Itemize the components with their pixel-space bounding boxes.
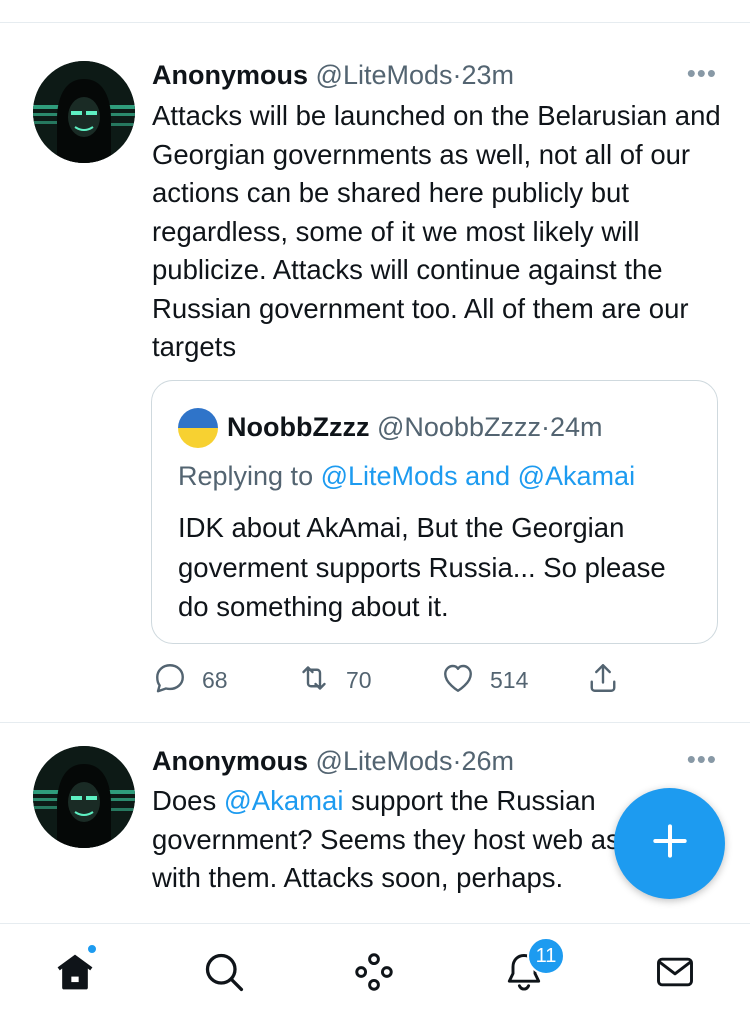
author-name[interactable]: Anonymous xyxy=(152,60,308,90)
spaces-icon xyxy=(352,950,396,999)
reply-icon xyxy=(152,660,188,701)
quoted-author-handle: @NoobbZzzz xyxy=(376,412,541,442)
tweet-text: Attacks will be launched on the Belarusi… xyxy=(152,100,721,362)
messages-icon xyxy=(653,950,697,999)
author-handle[interactable]: @LiteMods xyxy=(316,746,453,776)
home-icon xyxy=(53,950,97,999)
separator: · xyxy=(452,60,462,90)
avatar[interactable] xyxy=(33,61,135,163)
tweet-header: Anonymous @LiteMods·26m xyxy=(152,744,514,778)
like-count: 514 xyxy=(490,666,529,693)
separator: · xyxy=(452,746,462,776)
author-name[interactable]: Anonymous xyxy=(152,746,308,776)
share-button[interactable] xyxy=(585,660,621,700)
avatar[interactable] xyxy=(33,746,135,848)
author-handle[interactable]: @LiteMods xyxy=(316,60,453,90)
quoted-avatar xyxy=(178,408,218,448)
replying-prefix: Replying to xyxy=(178,461,314,491)
quoted-author-name: NoobbZzzz xyxy=(227,412,370,442)
quoted-timestamp: 24m xyxy=(549,412,603,442)
tweet-header: Anonymous @LiteMods·23m xyxy=(152,58,514,92)
search-icon xyxy=(202,950,246,999)
share-icon xyxy=(585,660,621,701)
nav-spaces[interactable] xyxy=(349,949,399,999)
timestamp[interactable]: 23m xyxy=(462,60,515,90)
retweet-button[interactable]: 70 xyxy=(296,660,372,700)
more-options-icon[interactable]: ••• xyxy=(687,744,717,774)
separator: · xyxy=(540,412,550,442)
tweet-actions: 68 70 514 xyxy=(152,660,632,700)
retweet-icon xyxy=(296,660,332,701)
tweet[interactable]: Anonymous @LiteMods·23m ••• Attacks will… xyxy=(0,40,750,723)
replying-to: Replying to @LiteMods and @Akamai xyxy=(178,459,635,493)
quoted-text: IDK about AkAmai, But the Georgian gover… xyxy=(178,512,666,622)
bottom-nav: 11 xyxy=(0,923,750,1022)
compose-button[interactable] xyxy=(614,788,725,899)
nav-notifications[interactable]: 11 xyxy=(499,937,565,999)
more-options-icon[interactable]: ••• xyxy=(687,58,717,88)
reply-button[interactable]: 68 xyxy=(152,660,228,700)
quoted-tweet[interactable]: NoobbZzzz @NoobbZzzz·24m Replying to @Li… xyxy=(151,380,718,644)
mention-link[interactable]: @Akamai xyxy=(224,785,344,816)
nav-messages[interactable] xyxy=(650,949,700,999)
quoted-header: NoobbZzzz @NoobbZzzz·24m xyxy=(227,410,602,444)
compose-icon xyxy=(648,819,692,868)
top-divider xyxy=(0,22,750,23)
nav-home[interactable] xyxy=(50,943,100,999)
timestamp[interactable]: 26m xyxy=(462,746,515,776)
like-button[interactable]: 514 xyxy=(440,660,528,700)
notifications-badge: 11 xyxy=(527,937,565,975)
nav-search[interactable] xyxy=(199,949,249,999)
reply-count: 68 xyxy=(202,666,228,693)
tweet-text-prefix: Does xyxy=(152,785,217,816)
tweet-divider xyxy=(0,722,750,723)
like-icon xyxy=(440,660,476,701)
replying-users-link[interactable]: @LiteMods and @Akamai xyxy=(321,461,635,491)
home-unread-dot xyxy=(86,943,98,955)
retweet-count: 70 xyxy=(346,666,372,693)
